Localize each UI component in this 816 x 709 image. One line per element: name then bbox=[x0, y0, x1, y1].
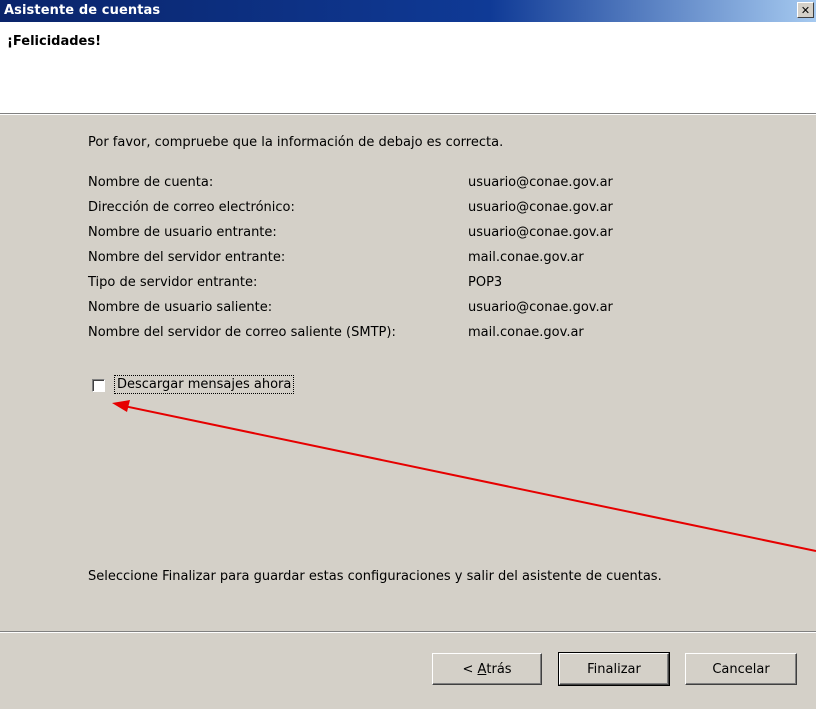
field-label-incoming-server: Nombre del servidor entrante: bbox=[88, 250, 286, 265]
finish-button[interactable]: Finalizar bbox=[558, 652, 670, 686]
back-button-accelerator: A bbox=[477, 661, 487, 677]
window-title: Asistente de cuentas bbox=[4, 3, 161, 18]
field-value-incoming-type: POP3 bbox=[468, 275, 503, 290]
page-title: ¡Felicidades! bbox=[7, 34, 102, 49]
cancel-button[interactable]: Cancelar bbox=[685, 653, 797, 685]
back-button[interactable]: < Atrás bbox=[432, 653, 542, 685]
title-bar: Asistente de cuentas ✕ bbox=[0, 0, 816, 22]
field-label-incoming-user: Nombre de usuario entrante: bbox=[88, 225, 277, 240]
back-button-label: trás bbox=[486, 661, 512, 677]
cancel-button-label: Cancelar bbox=[712, 661, 770, 677]
field-label-smtp-server: Nombre del servidor de correo saliente (… bbox=[88, 325, 396, 340]
download-messages-checkbox[interactable] bbox=[92, 379, 105, 392]
field-label-account-name: Nombre de cuenta: bbox=[88, 175, 214, 190]
back-button-prefix: < bbox=[462, 661, 478, 677]
download-messages-label[interactable]: Descargar mensajes ahora bbox=[114, 375, 295, 394]
close-icon: ✕ bbox=[800, 3, 811, 17]
wizard-header bbox=[0, 22, 816, 113]
field-label-email: Dirección de correo electrónico: bbox=[88, 200, 295, 215]
intro-text: Por favor, compruebe que la información … bbox=[88, 135, 504, 150]
field-value-account-name: usuario@conae.gov.ar bbox=[468, 175, 613, 190]
field-value-email: usuario@conae.gov.ar bbox=[468, 200, 613, 215]
footer-divider-highlight bbox=[0, 632, 816, 633]
field-value-outgoing-user: usuario@conae.gov.ar bbox=[468, 300, 613, 315]
field-label-incoming-type: Tipo de servidor entrante: bbox=[88, 275, 258, 290]
finish-instructions: Seleccione Finalizar para guardar estas … bbox=[88, 569, 662, 584]
field-value-incoming-user: usuario@conae.gov.ar bbox=[468, 225, 613, 240]
field-value-incoming-server: mail.conae.gov.ar bbox=[468, 250, 584, 265]
field-label-outgoing-user: Nombre de usuario saliente: bbox=[88, 300, 273, 315]
close-button[interactable]: ✕ bbox=[797, 2, 814, 18]
field-value-smtp-server: mail.conae.gov.ar bbox=[468, 325, 584, 340]
finish-button-label: Finalizar bbox=[587, 661, 641, 677]
